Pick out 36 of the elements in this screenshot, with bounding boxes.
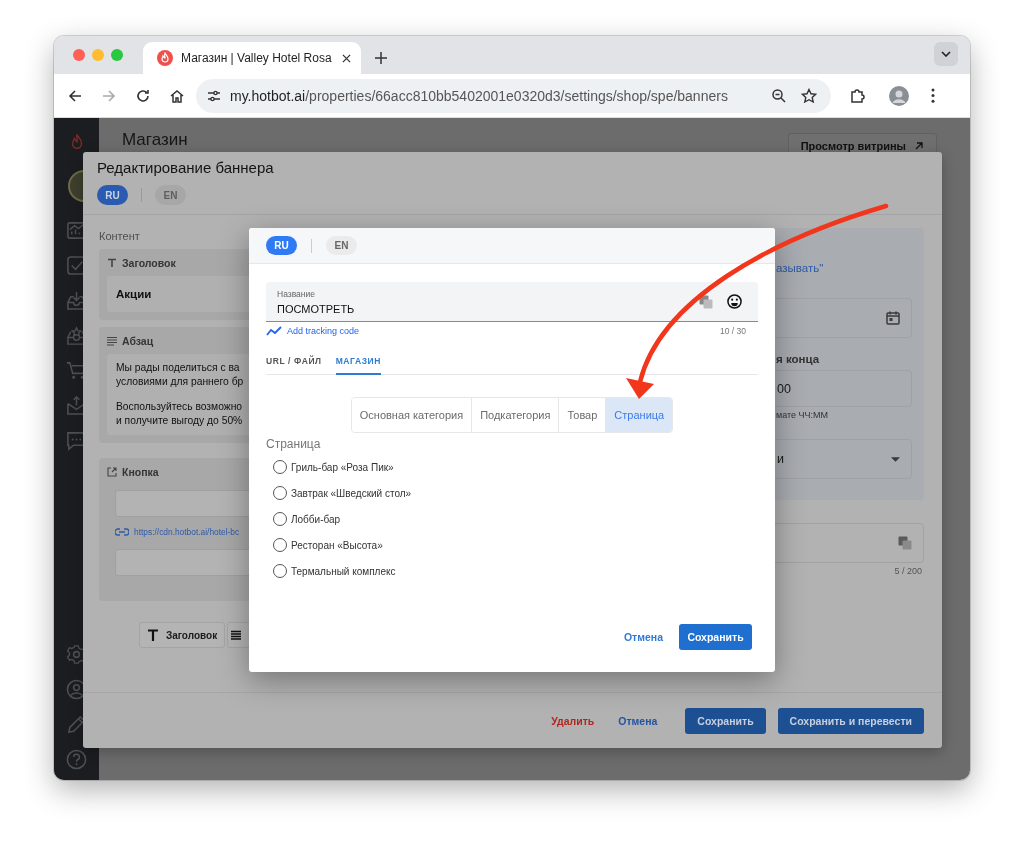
option-label[interactable]: Гриль-бар «Роза Пик» xyxy=(291,461,394,473)
address-bar[interactable]: my.hotbot.ai/properties/66acc810bb5402001e0320d3/settings/shop/spe/banners xyxy=(196,78,831,113)
block-label: Кнопка xyxy=(122,466,159,478)
segment-option[interactable]: Страница xyxy=(605,398,673,432)
dialog-title: Редактирование баннера xyxy=(97,159,275,176)
character-counter: 5 / 200 xyxy=(893,566,923,576)
field-label: я конца xyxy=(775,352,821,366)
name-field[interactable]: Название ПОСМОТРЕТЬ xyxy=(266,282,758,322)
character-counter: 10 / 30 xyxy=(720,326,746,336)
option-label[interactable]: Лобби-бар xyxy=(291,513,341,525)
add-heading-button[interactable]: Заголовок xyxy=(139,622,226,648)
button-link[interactable]: https://cdn.hotbot.ai/hotel-bc xyxy=(134,527,240,537)
url-text: my.hotbot.ai/properties/66acc810bb5402001e0320d3/settings/shop/spe/banners xyxy=(230,87,729,104)
section-label: Контент xyxy=(99,229,141,243)
browser-tab[interactable]: Магазин | Valley Hotel Rosa xyxy=(143,42,361,74)
option-label[interactable]: Ресторан «Высота» xyxy=(291,539,383,551)
save-button[interactable]: Сохранить xyxy=(679,624,752,650)
cancel-button[interactable]: Отмена xyxy=(615,625,671,649)
block-label: Абзац xyxy=(122,335,154,347)
option-label[interactable]: Термальный комплекс xyxy=(291,565,396,577)
option-label[interactable]: Завтрак «Шведский стол» xyxy=(291,487,412,499)
language-tab[interactable]: EN xyxy=(326,236,357,255)
block-label: Заголовок xyxy=(122,257,176,269)
language-tab[interactable]: RU xyxy=(97,185,128,205)
field-hint: мате ЧЧ:ММ xyxy=(775,410,829,420)
add-tracking-code-link[interactable]: Add tracking code xyxy=(266,326,360,336)
cancel-button[interactable]: Отмена xyxy=(610,708,666,733)
tab[interactable]: URL / ФАЙЛ xyxy=(266,356,322,375)
tab[interactable]: МАГАЗИН xyxy=(335,356,382,375)
save-and-translate-button[interactable]: Сохранить и перевести xyxy=(777,707,924,734)
save-button[interactable]: Сохранить xyxy=(685,707,766,734)
delete-button[interactable]: Удалить xyxy=(543,708,603,733)
tab-title: Магазин | Valley Hotel Rosa xyxy=(181,51,333,65)
list-label: Страница xyxy=(266,437,322,451)
language-tab[interactable]: RU xyxy=(266,236,297,255)
page-title: Магазин xyxy=(122,130,188,150)
